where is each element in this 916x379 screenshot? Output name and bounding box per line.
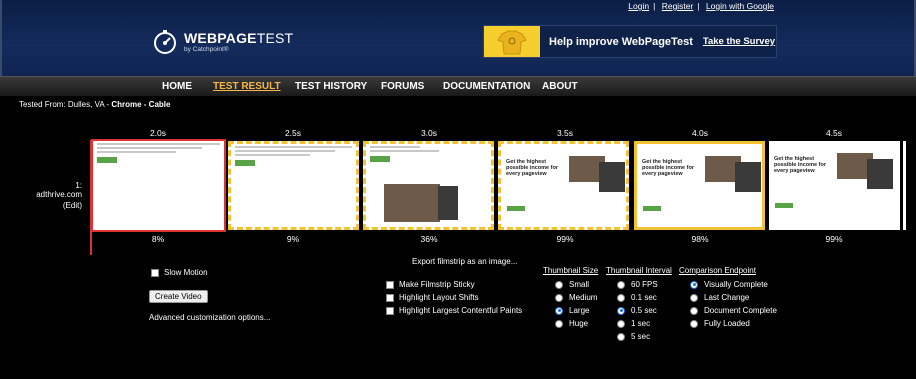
login-link[interactable]: Login <box>628 1 649 11</box>
endpoint-document-complete[interactable]: Document Complete <box>690 306 777 315</box>
frame-visual-progress: 36% <box>420 234 438 244</box>
frame-hero-text: Get the highest possible income for ever… <box>774 156 826 174</box>
edit-row-link[interactable]: (Edit) <box>30 201 82 210</box>
endpoint-visually-complete[interactable]: Visually Complete <box>690 280 768 289</box>
slow-motion-option[interactable]: Slow Motion <box>151 268 208 277</box>
login-google-link[interactable]: Login with Google <box>706 1 774 11</box>
frame-time: 4.5s <box>825 128 843 138</box>
advanced-options-link[interactable]: Advanced customization options... <box>149 313 270 322</box>
endpoint-last-change[interactable]: Last Change <box>690 293 749 302</box>
highlight-layout-shifts-checkbox[interactable] <box>386 293 394 302</box>
slow-motion-checkbox[interactable] <box>151 268 159 277</box>
option-label: 60 FPS <box>631 280 658 289</box>
sticky-filmstrip-checkbox[interactable] <box>386 280 394 289</box>
nav-forums[interactable]: FORUMS <box>381 81 424 92</box>
filmstrip-frame[interactable]: Get the highest possible income for ever… <box>498 141 629 230</box>
frame-visual-progress: 8% <box>151 234 165 244</box>
option-label: Highlight Layout Shifts <box>399 293 479 302</box>
thumbnail-size-small[interactable]: Small <box>555 280 589 289</box>
option-label: Document Complete <box>704 306 777 315</box>
survey-banner[interactable]: Help improve WebPageTest Take the Survey <box>483 25 777 58</box>
interval-60fps[interactable]: 60 FPS <box>617 280 658 289</box>
slow-motion-label: Slow Motion <box>164 268 208 277</box>
filmstrip-frame[interactable] <box>228 141 359 230</box>
filmstrip-frame-partial <box>903 141 906 230</box>
option-label: 1 sec <box>631 319 651 328</box>
sticky-filmstrip-option[interactable]: Make Filmstrip Sticky <box>386 280 475 289</box>
nav-test-history[interactable]: TEST HISTORY <box>295 81 367 92</box>
interval-1-sec[interactable]: 1 sec <box>617 319 650 328</box>
option-label: Medium <box>569 293 598 302</box>
frame-time: 2.5s <box>284 128 302 138</box>
frame-visual-progress: 9% <box>286 234 300 244</box>
frame-time: 4.0s <box>691 128 709 138</box>
nav-documentation[interactable]: DOCUMENTATION <box>443 81 530 92</box>
register-link[interactable]: Register <box>662 1 694 11</box>
comparison-endpoint-heading: Comparison Endpoint <box>679 266 756 275</box>
take-survey-link[interactable]: Take the Survey <box>703 36 775 47</box>
thumbnail-interval-heading: Thumbnail Interval <box>606 266 672 275</box>
logo-subtitle: by Catchpoint® <box>184 45 229 53</box>
frame-hero-text: Get the highest possible income for ever… <box>642 159 694 177</box>
frame-time: 2.0s <box>149 128 167 138</box>
tested-from-browser: Chrome - Cable <box>111 100 171 109</box>
frame-visual-progress: 98% <box>691 234 709 244</box>
filmstrip-frame[interactable] <box>363 141 494 230</box>
nav-about[interactable]: ABOUT <box>542 81 578 92</box>
option-label: Highlight Largest Contentful Paints <box>399 306 523 315</box>
thumbnail-size-heading: Thumbnail Size <box>543 266 599 275</box>
thumbnail-size-medium[interactable]: Medium <box>555 293 597 302</box>
option-label: Last Change <box>704 293 750 302</box>
filmstrip-frame[interactable]: Get the highest possible income for ever… <box>769 141 900 230</box>
option-label: 0.5 sec <box>631 306 657 315</box>
tested-from: Tested From: Dulles, VA - Chrome - Cable <box>19 100 170 109</box>
create-video-button[interactable]: Create Video <box>149 290 208 303</box>
export-filmstrip-link[interactable]: Export filmstrip as an image... <box>412 257 517 266</box>
interval-0-5-sec[interactable]: 0.5 sec <box>617 306 657 315</box>
test-row-label: 1: adthrive.com (Edit) <box>30 181 82 210</box>
account-links: Login | Register | Login with Google <box>628 1 774 11</box>
thumbnail-size-large[interactable]: Large <box>555 306 589 315</box>
frame-hero-text: Get the highest possible income for ever… <box>506 159 558 177</box>
test-row-url: 1: adthrive.com <box>36 181 82 199</box>
survey-banner-title: Help improve WebPageTest <box>549 35 693 48</box>
filmstrip-frame[interactable] <box>91 139 226 232</box>
interval-0-1-sec[interactable]: 0.1 sec <box>617 293 657 302</box>
main-nav: HOME TEST RESULT TEST HISTORY FORUMS DOC… <box>0 76 916 96</box>
logo-brand-bold: WEBPAGE <box>184 29 257 46</box>
option-label: 0.1 sec <box>631 293 657 302</box>
frame-time: 3.5s <box>556 128 574 138</box>
interval-5-sec[interactable]: 5 sec <box>617 332 650 341</box>
webpagetest-logo[interactable]: WEBPAGETEST by Catchpoint® <box>153 30 293 54</box>
timeline-marker <box>90 140 92 255</box>
tshirt-illustration <box>484 26 540 57</box>
frame-visual-progress: 99% <box>556 234 574 244</box>
speedometer-icon <box>154 30 176 54</box>
nav-home[interactable]: HOME <box>162 81 192 92</box>
frame-visual-progress: 99% <box>825 234 843 244</box>
filmstrip-frame[interactable]: Get the highest possible income for ever… <box>634 141 765 230</box>
filmstrip: 2.0s 2.5s 3.0s 3.5s 4.0s 4.5s Get the hi… <box>0 120 916 250</box>
option-label: Small <box>569 280 590 289</box>
highlight-lcp-option[interactable]: Highlight Largest Contentful Paints <box>386 306 522 315</box>
option-label: Fully Loaded <box>704 319 750 328</box>
nav-test-result[interactable]: TEST RESULT <box>213 81 281 92</box>
site-header: Login | Register | Login with Google WEBPA… <box>0 0 916 76</box>
tested-from-location: Tested From: Dulles, VA - <box>19 100 112 109</box>
thumbnail-size-huge[interactable]: Huge <box>555 319 588 328</box>
highlight-lcp-checkbox[interactable] <box>386 306 394 315</box>
option-label: 5 sec <box>631 332 651 341</box>
option-label: Huge <box>569 319 589 328</box>
option-label: Visually Complete <box>704 280 768 289</box>
logo-brand-thin: TEST <box>256 29 294 46</box>
option-label: Large <box>569 306 590 315</box>
option-label: Make Filmstrip Sticky <box>399 280 475 289</box>
endpoint-fully-loaded[interactable]: Fully Loaded <box>690 319 750 328</box>
highlight-layout-shifts-option[interactable]: Highlight Layout Shifts <box>386 293 479 302</box>
frame-time: 3.0s <box>420 128 438 138</box>
